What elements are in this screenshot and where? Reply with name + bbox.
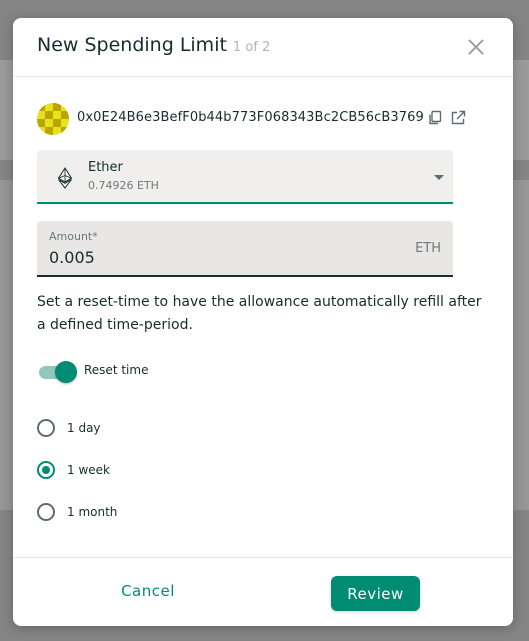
beneficiary-address: 0x0E24B6e3BefF0b44b773F068343Bc2CB56cB37… [77,110,424,125]
period-label: 1 day [67,421,101,435]
period-label: 1 month [67,505,118,519]
modal-title: New Spending Limit 1 of 2 [37,34,270,56]
radio-button-selected[interactable] [37,461,55,479]
toggle-knob [55,361,77,383]
reset-time-toggle[interactable] [37,361,77,383]
close-icon[interactable] [465,36,487,58]
period-label: 1 week [67,463,110,477]
external-link-icon[interactable] [450,110,466,126]
amount-input[interactable]: 0.005 [49,248,95,267]
reset-time-label: Reset time [84,363,149,377]
period-option-1-week[interactable]: 1 week [37,461,237,483]
amount-unit: ETH [415,241,441,256]
step-indicator: 1 of 2 [232,40,271,55]
copy-icon[interactable] [427,110,443,126]
review-button[interactable]: Review [331,576,420,611]
radio-button[interactable] [37,503,55,521]
address-identicon [37,103,69,135]
beneficiary-row: 0x0E24B6e3BefF0b44b773F068343Bc2CB56cB37… [37,103,497,135]
chevron-down-icon [434,175,444,180]
period-option-1-day[interactable]: 1 day [37,419,237,441]
modal-header: New Spending Limit 1 of 2 [13,18,513,77]
cancel-button[interactable]: Cancel [103,582,193,600]
token-balance: 0.74926 ETH [88,179,159,192]
token-name: Ether [88,160,123,175]
spending-limit-modal: New Spending Limit 1 of 2 0x0E24B6e3BefF0… [13,18,513,626]
token-select[interactable]: Ether 0.74926 ETH [37,150,453,204]
radio-button[interactable] [37,419,55,437]
ethereum-icon [57,167,73,189]
period-option-1-month[interactable]: 1 month [37,503,237,525]
reset-time-description: Set a reset-time to have the allowance a… [37,294,482,333]
amount-label: Amount* [49,230,98,243]
modal-footer: Cancel Review [13,557,513,626]
modal-title-text: New Spending Limit [37,34,227,56]
amount-field[interactable]: Amount* 0.005 ETH [37,221,453,277]
